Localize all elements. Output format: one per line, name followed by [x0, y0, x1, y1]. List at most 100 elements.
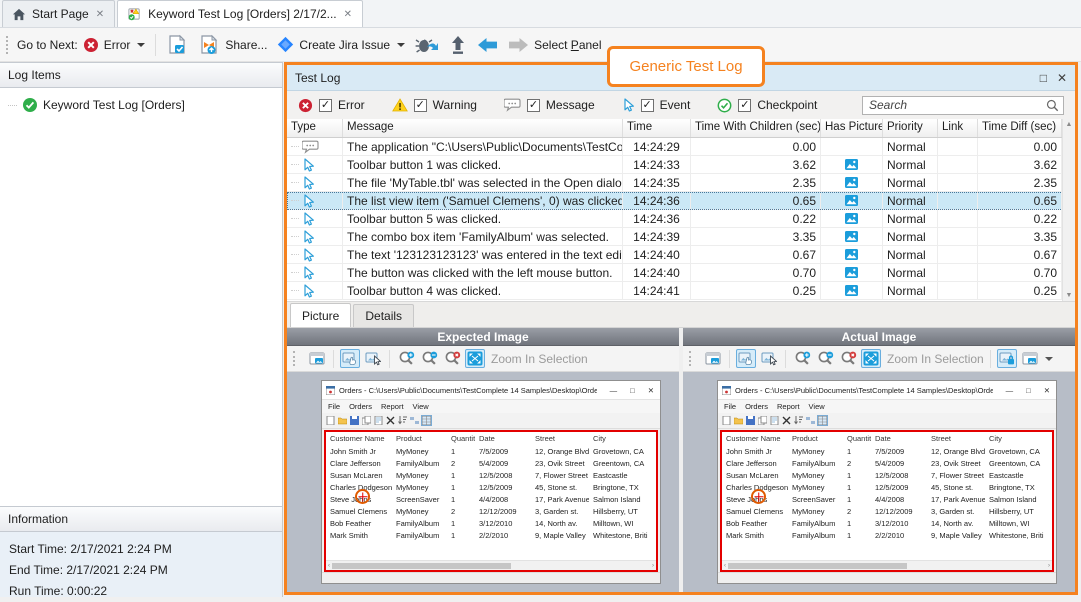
picture-icon: [845, 267, 858, 278]
search-icon[interactable]: [1046, 99, 1059, 112]
open-in-picture-viewer-button[interactable]: [703, 349, 723, 368]
close-icon[interactable]: ✕: [95, 9, 105, 20]
orders-cell: 7, Flower Street: [927, 471, 985, 480]
go-to-next-error-dropdown[interactable]: Error: [78, 34, 151, 56]
zoom-in-button[interactable]: [792, 349, 812, 368]
log-row[interactable]: The button was clicked with the left mou…: [287, 264, 1075, 282]
orders-cell: Hillsberry, UT: [985, 507, 1051, 516]
zoom-to-fit-button[interactable]: [861, 349, 881, 368]
filter-error-checkbox[interactable]: ✓: [319, 99, 332, 112]
log-row[interactable]: Toolbar button 5 was clicked.14:24:360.2…: [287, 210, 1075, 228]
column-header-priority[interactable]: Priority: [883, 119, 938, 137]
view-tab-picture[interactable]: Picture: [290, 303, 351, 327]
has-picture-cell: [821, 264, 883, 281]
checkmark-icon: [22, 97, 38, 113]
log-row[interactable]: The combo box item 'FamilyAlbum' was sel…: [287, 228, 1075, 246]
tab-start-page[interactable]: Start Page ✕: [2, 0, 115, 27]
orders-save-icon: [350, 416, 359, 425]
orders-row: John Smith JrMyMoney17/5/200912, Orange …: [722, 445, 1052, 457]
link-cell: [938, 246, 978, 263]
select-panel-label[interactable]: Select Panel: [534, 38, 601, 52]
log-row[interactable]: The text '123123123123' was entered in t…: [287, 246, 1075, 264]
search-input[interactable]: [869, 98, 1046, 112]
toolbar-grip[interactable]: [6, 36, 11, 54]
time-with-children-cell: 0.00: [691, 138, 821, 155]
log-row[interactable]: The list view item ('Samuel Clemens', 0)…: [287, 192, 1075, 210]
pan-mode-button[interactable]: [736, 349, 756, 368]
view-options-button[interactable]: [1020, 349, 1040, 368]
grid-vertical-scrollbar[interactable]: ▲ ▼: [1062, 119, 1075, 301]
orders-open-folder-icon: [734, 416, 743, 425]
maximize-icon: □: [1026, 386, 1031, 395]
column-header-link[interactable]: Link: [938, 119, 978, 137]
column-header-message[interactable]: Message: [343, 119, 623, 137]
image-viewport[interactable]: Orders - C:\Users\Public\Documents\TestC…: [683, 372, 1075, 592]
log-row[interactable]: The file 'MyTable.tbl' was selected in t…: [287, 174, 1075, 192]
back-button[interactable]: [472, 34, 503, 56]
orders-sort-icon: [794, 416, 803, 425]
export-report-button[interactable]: [161, 31, 193, 59]
open-in-picture-viewer-button[interactable]: [307, 349, 327, 368]
select-mode-button[interactable]: [759, 349, 779, 368]
orders-cell: 23, Ovik Street: [927, 459, 985, 468]
zoom-reset-button[interactable]: [838, 349, 858, 368]
toolbar-grip[interactable]: [293, 351, 298, 366]
orders-row: Susan McLarenMyMoney112/5/20087, Flower …: [722, 469, 1052, 481]
expected-image-panel: Expected ImageZoom In SelectionOrders - …: [287, 328, 679, 592]
log-time-cell: 14:24:41: [623, 282, 691, 299]
create-jira-issue-button[interactable]: Create Jira Issue: [272, 33, 410, 56]
forward-button[interactable]: [503, 34, 534, 56]
close-panel-icon[interactable]: ✕: [1057, 72, 1067, 84]
comparison-highlight-region: Customer NameProductQuantityDateStreetCi…: [720, 430, 1054, 572]
column-header-type[interactable]: Type: [287, 119, 343, 137]
column-header-time-diff-sec-[interactable]: Time Diff (sec): [978, 119, 1062, 137]
filter-warning-checkbox[interactable]: ✓: [414, 99, 427, 112]
maximize-panel-icon[interactable]: □: [1040, 72, 1047, 84]
log-row[interactable]: Toolbar button 1 was clicked.14:24:333.6…: [287, 156, 1075, 174]
time-diff-cell: 2.35: [978, 174, 1062, 191]
post-defect-button[interactable]: [410, 32, 444, 58]
orders-cell: 1: [843, 483, 871, 492]
tab-keyword-test-log[interactable]: Keyword Test Log [Orders] 2/17/2... ✕: [117, 0, 363, 27]
orders-cell: Whitestone, Briti: [985, 531, 1051, 540]
log-time-cell: 14:24:36: [623, 192, 691, 209]
filter-message-checkbox[interactable]: ✓: [527, 99, 540, 112]
scroll-down-icon[interactable]: ▼: [1066, 292, 1073, 299]
log-type-cell: [287, 228, 343, 245]
filter-event-checkbox[interactable]: ✓: [641, 99, 654, 112]
toolbar-grip[interactable]: [689, 351, 694, 366]
log-type-cell: [287, 156, 343, 173]
zoom-out-button[interactable]: [419, 349, 439, 368]
pan-mode-button[interactable]: [340, 349, 360, 368]
comparison-highlight-region: Customer NameProductQuantityDateStreetCi…: [324, 430, 658, 572]
synchronize-views-button[interactable]: [997, 349, 1017, 368]
chevron-down-icon[interactable]: [1045, 357, 1053, 361]
view-tab-details[interactable]: Details: [353, 304, 414, 327]
filter-checkpoint-checkbox[interactable]: ✓: [738, 99, 751, 112]
tree-item-keyword-test-log[interactable]: Keyword Test Log [Orders]: [0, 95, 282, 115]
zoom-reset-button[interactable]: [442, 349, 462, 368]
select-mode-button[interactable]: [363, 349, 383, 368]
share-button[interactable]: Share...: [193, 31, 272, 59]
orders-cell: Mark Smith: [326, 531, 392, 540]
zoom-to-fit-button[interactable]: [465, 349, 485, 368]
has-picture-cell: [821, 228, 883, 245]
log-row[interactable]: The application "C:\Users\Public\Documen…: [287, 138, 1075, 156]
go-to-parent-button[interactable]: [444, 32, 472, 58]
column-header-time[interactable]: Time: [623, 119, 691, 137]
scroll-up-icon[interactable]: ▲: [1066, 121, 1073, 128]
message-icon: [504, 98, 521, 112]
zoom-out-button[interactable]: [815, 349, 835, 368]
orders-cell: Eastcastle: [589, 471, 655, 480]
orders-row: Bob FeatherFamilyAlbum13/12/201014, Nort…: [722, 517, 1052, 529]
image-viewport[interactable]: Orders - C:\Users\Public\Documents\TestC…: [287, 372, 679, 592]
column-header-time-with-children-sec-[interactable]: Time With Children (sec): [691, 119, 821, 137]
column-header-has-picture[interactable]: Has Picture: [821, 119, 883, 137]
log-row[interactable]: Toolbar button 4 was clicked.14:24:410.2…: [287, 282, 1075, 300]
image-panel-toolbar: Zoom In Selection: [683, 346, 1075, 372]
zoom-in-button[interactable]: [396, 349, 416, 368]
orders-app-screenshot: Orders - C:\Users\Public\Documents\TestC…: [321, 380, 661, 584]
grid-body: The application "C:\Users\Public\Documen…: [287, 138, 1075, 300]
tree-item-label: Keyword Test Log [Orders]: [43, 98, 185, 112]
close-icon[interactable]: ✕: [343, 9, 353, 20]
